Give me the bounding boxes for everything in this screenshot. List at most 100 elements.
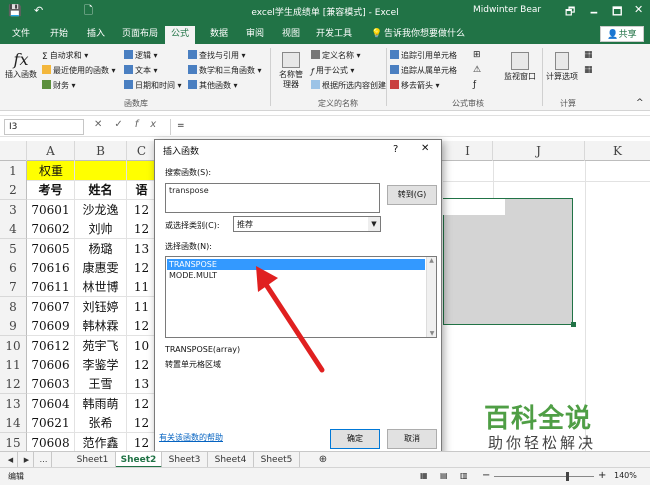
cell-b7[interactable]: 林世博	[75, 277, 127, 297]
fill-handle[interactable]	[571, 322, 576, 327]
selected-range[interactable]	[443, 198, 573, 325]
cell-a12[interactable]: 70603	[27, 374, 75, 394]
cell-c3[interactable]: 12	[127, 200, 157, 220]
name-box[interactable]: I3	[4, 119, 84, 135]
cell-a13[interactable]: 70604	[27, 394, 75, 414]
cell-a4[interactable]: 70602	[27, 219, 75, 239]
cell-b14[interactable]: 张希	[75, 413, 127, 433]
ok-button[interactable]: 确定	[330, 429, 380, 449]
sheet-tab-1[interactable]: Sheet1	[70, 452, 116, 468]
row-header[interactable]: 2	[0, 180, 27, 200]
more-functions-button[interactable]: 其他函数 ▾	[188, 80, 238, 91]
cell-b1[interactable]	[75, 161, 127, 181]
calc-options-button[interactable]: 计算选项	[544, 52, 580, 82]
cell-b6[interactable]: 康惠雯	[75, 258, 127, 278]
cell-c7[interactable]: 11	[127, 277, 157, 297]
sheet-tab-3[interactable]: Sheet3	[162, 452, 208, 468]
logical-button[interactable]: 逻辑 ▾	[124, 50, 158, 61]
row-header[interactable]: 10	[0, 336, 27, 356]
use-in-formula-button[interactable]: ƒ 用于公式 ▾	[311, 65, 354, 76]
create-from-selection-button[interactable]: 根据所选内容创建	[311, 80, 386, 91]
recent-functions-button[interactable]: 最近使用的函数 ▾	[42, 65, 116, 76]
tab-data[interactable]: 数据	[210, 28, 228, 40]
cell-c14[interactable]: 12	[127, 413, 157, 433]
trace-precedents-button[interactable]: 追踪引用单元格	[390, 50, 457, 61]
evaluate-formula-icon[interactable]: ƒ	[473, 80, 476, 91]
insert-function-button[interactable]: fx 插入函数	[4, 50, 38, 80]
cell-b15[interactable]: 范作鑫	[75, 433, 127, 453]
tab-insert[interactable]: 插入	[87, 28, 105, 40]
cell-a9[interactable]: 70609	[27, 316, 75, 336]
tab-review[interactable]: 审阅	[246, 28, 264, 40]
column-header-i[interactable]: I	[443, 141, 493, 161]
sheet-tab-4[interactable]: Sheet4	[208, 452, 254, 468]
chevron-up-icon[interactable]: ▲	[427, 257, 436, 264]
category-select[interactable]: 推荐 ▼	[233, 216, 381, 232]
tell-me-search[interactable]: 告诉我你想要做什么	[384, 28, 465, 40]
column-header-k[interactable]: K	[585, 141, 650, 161]
more-sheets-icon[interactable]: …	[36, 452, 52, 468]
datetime-button[interactable]: 日期和时间 ▾	[124, 80, 182, 91]
user-name[interactable]: Midwinter Bear	[473, 5, 541, 15]
column-header-j[interactable]: J	[493, 141, 585, 161]
row-header[interactable]: 7	[0, 277, 27, 297]
page-break-view-icon[interactable]: ▥	[460, 471, 468, 480]
cell-a8[interactable]: 70607	[27, 297, 75, 317]
cell-c10[interactable]: 10	[127, 336, 157, 356]
cell-b13[interactable]: 韩雨萌	[75, 394, 127, 414]
row-header[interactable]: 3	[0, 200, 27, 220]
cell-b11[interactable]: 李鉴学	[75, 355, 127, 375]
tab-page-layout[interactable]: 页面布局	[122, 28, 158, 40]
cell-b12[interactable]: 王雪	[75, 374, 127, 394]
scroll-right-icon[interactable]: ▶	[20, 452, 34, 468]
close-icon[interactable]: ✕	[634, 3, 643, 16]
watch-window-button[interactable]: 监视窗口	[500, 52, 540, 82]
page-layout-view-icon[interactable]: ▤	[440, 471, 448, 480]
lookup-button[interactable]: 查找与引用 ▾	[188, 50, 246, 61]
cell-a2[interactable]: 考号	[27, 180, 75, 200]
share-button[interactable]: 👤共享	[600, 26, 644, 42]
maximize-icon[interactable]: 🗖	[612, 3, 622, 22]
go-button[interactable]: 转到(G)	[387, 185, 437, 205]
cell-c5[interactable]: 13	[127, 239, 157, 259]
add-sheet-icon[interactable]: ⊕	[314, 452, 332, 468]
cell-b10[interactable]: 苑宇飞	[75, 336, 127, 356]
restore-icon[interactable]: 🗗	[565, 3, 575, 22]
tab-developer[interactable]: 开发工具	[316, 28, 352, 40]
tab-file[interactable]: 文件	[12, 28, 30, 40]
collapse-ribbon-icon[interactable]: ^	[636, 98, 644, 109]
calculate-sheet-icon[interactable]: ▦	[584, 65, 593, 76]
cell-a14[interactable]: 70621	[27, 413, 75, 433]
row-header[interactable]: 8	[0, 297, 27, 317]
fx-icon[interactable]: fx	[135, 119, 168, 130]
row-header[interactable]: 12	[0, 374, 27, 394]
cell-b3[interactable]: 沙龙逸	[75, 200, 127, 220]
cell-a6[interactable]: 70616	[27, 258, 75, 278]
scroll-left-icon[interactable]: ◀	[4, 452, 18, 468]
show-formulas-icon[interactable]: ⊞	[473, 50, 481, 61]
help-icon[interactable]: ?	[393, 144, 398, 155]
cell-b9[interactable]: 韩林霖	[75, 316, 127, 336]
cell-a10[interactable]: 70612	[27, 336, 75, 356]
formula-input[interactable]: =	[170, 119, 646, 135]
zoom-level[interactable]: 140%	[614, 471, 637, 480]
close-icon[interactable]: ✕	[421, 143, 429, 154]
cell-c13[interactable]: 12	[127, 394, 157, 414]
cell-c2[interactable]: 语	[127, 180, 157, 200]
row-header[interactable]: 4	[0, 219, 27, 239]
cell-b2[interactable]: 姓名	[75, 180, 127, 200]
zoom-in-button[interactable]: +	[598, 470, 606, 481]
cell-a7[interactable]: 70611	[27, 277, 75, 297]
row-header[interactable]: 1	[0, 161, 27, 181]
row-header[interactable]: 15	[0, 433, 27, 453]
cell-b4[interactable]: 刘帅	[75, 219, 127, 239]
cell-a5[interactable]: 70605	[27, 239, 75, 259]
sheet-tab-5[interactable]: Sheet5	[254, 452, 300, 468]
row-header[interactable]: 6	[0, 258, 27, 278]
trace-dependents-button[interactable]: 追踪从属单元格	[390, 65, 457, 76]
tab-view[interactable]: 视图	[282, 28, 300, 40]
zoom-slider-thumb[interactable]	[566, 472, 569, 481]
enter-icon[interactable]: ✓	[114, 119, 134, 130]
define-name-button[interactable]: 定义名称 ▾	[311, 50, 361, 61]
column-header-b[interactable]: B	[75, 141, 127, 161]
